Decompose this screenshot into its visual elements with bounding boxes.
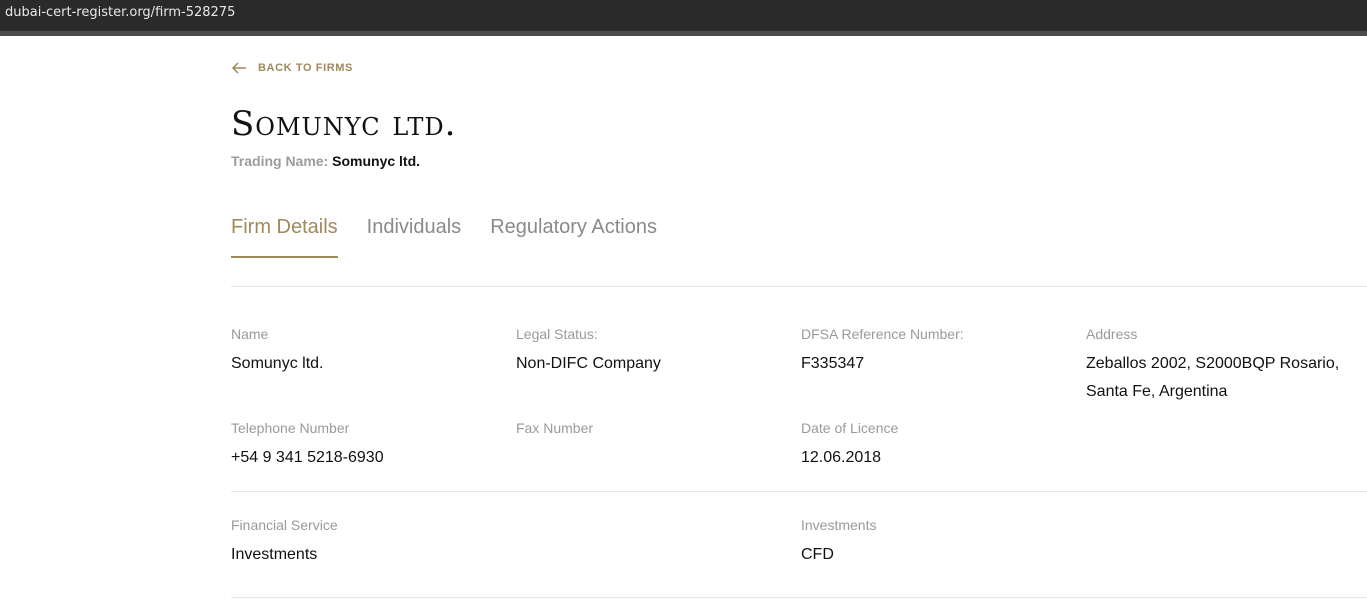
section-divider <box>231 491 1367 492</box>
detail-value: +54 9 341 5218-6930 <box>231 449 384 466</box>
detail-legal-status: Legal Status: Non-DIFC Company <box>516 326 776 378</box>
detail-label: Investments <box>801 517 877 533</box>
back-to-firms-label: BACK TO FIRMS <box>258 62 353 74</box>
detail-telephone: Telephone Number +54 9 341 5218-6930 <box>231 420 491 472</box>
detail-value: F335347 <box>801 355 865 372</box>
trading-name-value: Somunyc ltd. <box>332 153 421 169</box>
tab-firm-details[interactable]: Firm Details <box>231 216 338 258</box>
detail-label: Name <box>231 326 269 342</box>
detail-label: Date of Licence <box>801 420 899 436</box>
detail-value: Non-DIFC Company <box>516 355 661 372</box>
tab-individuals[interactable]: Individuals <box>367 216 462 258</box>
trading-name: Trading Name: Somunyc ltd. <box>231 153 420 169</box>
browser-address-bar[interactable]: dubai-cert-register.org/firm-528275 <box>0 0 1367 31</box>
tab-bar: Firm Details Individuals Regulatory Acti… <box>231 216 686 258</box>
detail-value: Zeballos 2002, S2000BQP Rosario, Santa F… <box>1086 355 1340 400</box>
bottom-divider <box>231 597 1367 598</box>
detail-label: Fax Number <box>516 420 594 436</box>
detail-value: Somunyc ltd. <box>231 355 324 372</box>
detail-name: Name Somunyc ltd. <box>231 326 491 378</box>
detail-address: Address Zeballos 2002, S2000BQP Rosario,… <box>1086 326 1361 406</box>
detail-value: 12.06.2018 <box>801 449 882 466</box>
detail-label: Address <box>1086 326 1138 342</box>
service-financial: Financial Service Investments <box>231 517 631 569</box>
detail-dfsa-reference: DFSA Reference Number: F335347 <box>801 326 1061 378</box>
url-text[interactable]: dubai-cert-register.org/firm-528275 <box>5 5 235 20</box>
back-to-firms-link[interactable]: BACK TO FIRMS <box>231 61 353 75</box>
detail-licence-date: Date of Licence 12.06.2018 <box>801 420 1061 472</box>
detail-label: Legal Status: <box>516 326 598 342</box>
browser-toolbar-divider <box>0 31 1367 36</box>
service-investments: Investments CFD <box>801 517 1201 569</box>
tab-regulatory-actions[interactable]: Regulatory Actions <box>490 216 657 258</box>
page-title: Somunyc ltd. <box>231 104 457 144</box>
detail-label: Financial Service <box>231 517 338 533</box>
arrow-left-icon <box>231 62 246 74</box>
trading-name-label: Trading Name: <box>231 153 333 169</box>
detail-label: DFSA Reference Number: <box>801 326 964 342</box>
detail-label: Telephone Number <box>231 420 350 436</box>
detail-fax: Fax Number <box>516 420 776 444</box>
detail-value: Investments <box>231 546 318 563</box>
tabs-divider <box>231 286 1367 287</box>
detail-value: CFD <box>801 546 834 563</box>
